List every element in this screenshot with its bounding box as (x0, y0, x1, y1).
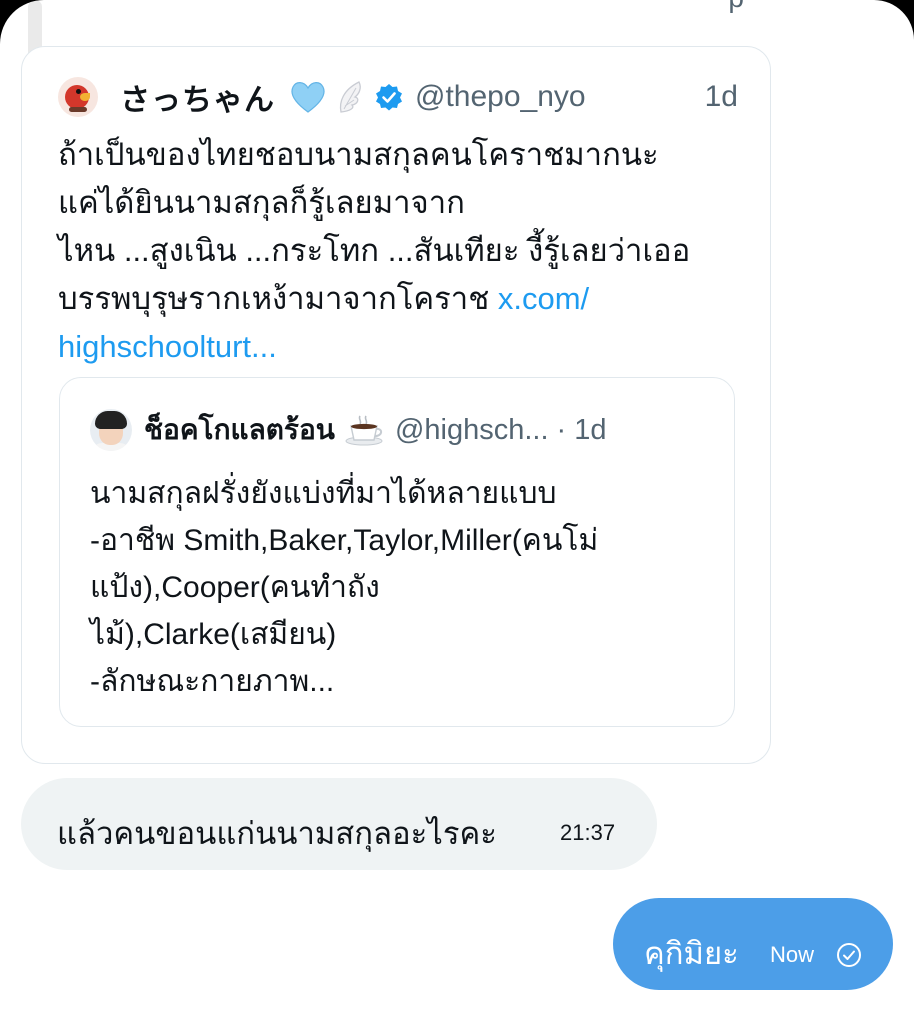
tweet-link[interactable]: x.com/ (498, 281, 589, 316)
message-timestamp: Now (770, 942, 815, 967)
tweet-text-line: ถ้าเป็นของไทยชอบนามสกุลคนโคราชมากนะ (58, 137, 659, 172)
coffee-icon (345, 415, 383, 446)
received-message-text: แล้วคนขอนแก่นนามสกุลอะไรคะ (57, 816, 497, 851)
tweet-text-line: แค่ได้ยินนามสกุลก็รู้เลยมาจาก (58, 185, 465, 220)
nested-tweet-text: นามสกุลฝรั่งยังแบ่งที่มาได้หลายแบบ -อาชี… (90, 470, 720, 705)
heart-icon (291, 82, 325, 113)
nested-quoted-tweet[interactable]: ช็อคโกแลตร้อน @highsch... · 1d นามสกุลฝร… (59, 377, 735, 727)
nested-tweet-timestamp: · 1d (556, 413, 607, 446)
author-display-name[interactable]: さっちゃん (120, 75, 275, 119)
nested-text-line: -อาชีพ Smith,Baker,Taylor,Miller(คนโม่ (90, 524, 599, 557)
received-message-bubble[interactable]: แล้วคนขอนแก่นนามสกุลอะไรคะ 21:37 (21, 778, 657, 870)
tweet-text: ถ้าเป็นของไทยชอบนามสกุลคนโคราชมากนะ แค่ไ… (58, 131, 758, 371)
clipped-message-text: p (728, 0, 744, 14)
shared-tweet-card[interactable]: さっちゃん @thepo_nyo 1d ถ้าเป็นของไทยชอบนามส… (21, 46, 771, 764)
sent-message-text: คุกิมิยะ (644, 936, 739, 971)
verified-icon (376, 84, 402, 111)
nested-text-line: แป้ง),Cooper(คนทำถัง (90, 571, 380, 604)
tweet-link-continued[interactable]: highschoolturt... (58, 323, 758, 371)
nested-author-handle[interactable]: @highsch... (395, 414, 549, 447)
tweet-text-line: บรรพบุรุษรากเหง้ามาจากโคราช x.com/ (58, 275, 758, 323)
nested-text-line: นามสกุลฝรั่งยังแบ่งที่มาได้หลายแบบ (90, 477, 557, 510)
sent-message-bubble[interactable]: คุกิมิยะ Now (613, 898, 893, 990)
author-handle[interactable]: @thepo_nyo (415, 80, 586, 114)
tweet-timestamp: 1d (704, 80, 738, 113)
tweet-header: さっちゃん @thepo_nyo 1d (58, 71, 738, 123)
nested-text-line: ไม้),Clarke(เสมียน) (90, 618, 337, 651)
tweet-text-segment: บรรพบุรุษรากเหง้ามาจากโคราช (58, 281, 490, 316)
nested-tweet-header: ช็อคโกแลตร้อน @highsch... · 1d (90, 408, 710, 452)
message-timestamp: 21:37 (560, 820, 616, 845)
tweet-text-line: ไหน ...สูงเนิน ...กระโทก ...สันเทียะ งี้… (58, 233, 691, 268)
nested-text-line: -ลักษณะกายภาพ... (90, 665, 335, 698)
avatar[interactable] (58, 77, 98, 117)
dm-conversation-screen: p さっちゃん @thepo_nyo 1d ถ้าเป็นของไทยชอบนา… (0, 0, 914, 1024)
check-circle-icon (837, 943, 861, 967)
avatar[interactable] (90, 409, 132, 451)
nested-author-display-name[interactable]: ช็อคโกแลตร้อน (144, 408, 335, 452)
wing-icon (339, 81, 361, 113)
